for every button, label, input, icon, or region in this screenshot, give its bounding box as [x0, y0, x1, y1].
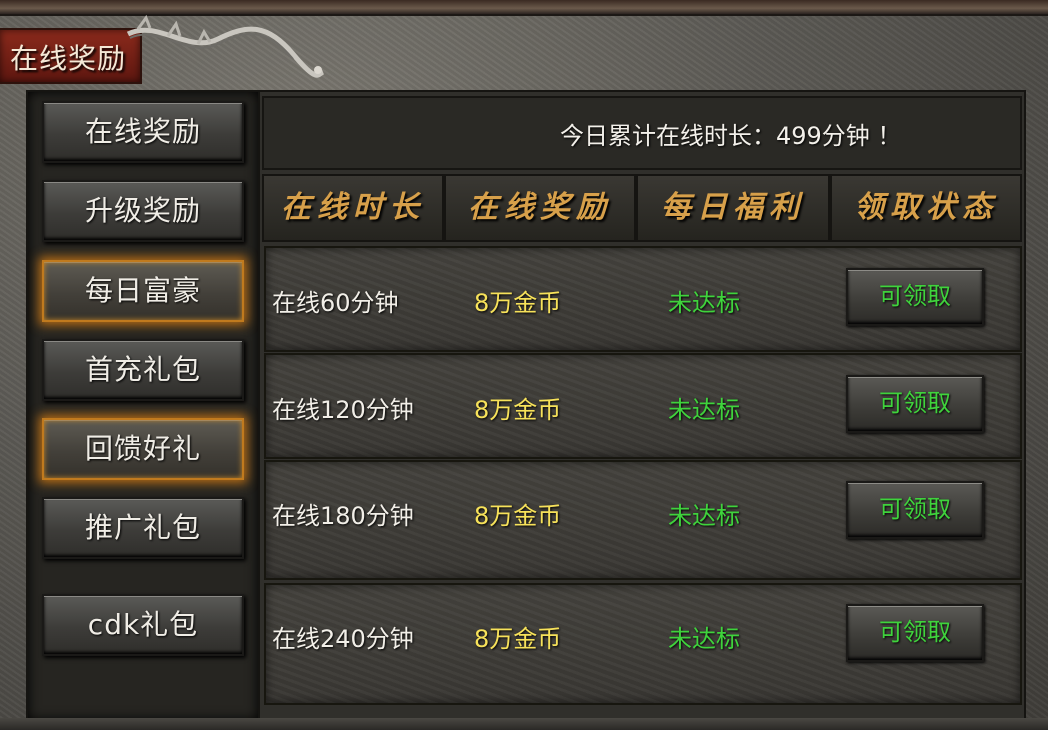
table-row: 在线60分钟 8万金币 未达标 可领取: [264, 246, 1022, 352]
online-duration-summary: 今日累计在线时长：499分钟 ！: [560, 122, 902, 150]
claim-button[interactable]: 可领取: [846, 481, 984, 539]
table-row: 在线240分钟 8万金币 未达标 可领取: [264, 583, 1022, 705]
table-row: 在线180分钟 8万金币 未达标 可领取: [264, 460, 1022, 580]
column-header-reward: 在线奖励: [444, 174, 636, 242]
bottom-border: [0, 718, 1048, 730]
sidebar-item-cdk-gift[interactable]: cdk礼包: [42, 594, 244, 656]
row-reward: 8万金币: [474, 396, 562, 424]
column-header-welfare: 每日福利: [636, 174, 830, 242]
column-header-time: 在线时长: [262, 174, 444, 242]
table-row: 在线120分钟 8万金币 未达标 可领取: [264, 353, 1022, 459]
claim-button[interactable]: 可领取: [846, 375, 984, 433]
dragon-ornament-icon: [126, 14, 325, 78]
row-status: 未达标: [668, 625, 740, 653]
row-reward: 8万金币: [474, 502, 562, 530]
sidebar-item-first-recharge[interactable]: 首充礼包: [42, 339, 244, 401]
row-status: 未达标: [668, 502, 740, 530]
sidebar-item-feedback-gift[interactable]: 回馈好礼: [42, 418, 244, 480]
row-status: 未达标: [668, 396, 740, 424]
column-header-status: 领取状态: [830, 174, 1022, 242]
sidebar-item-promotion-gift[interactable]: 推广礼包: [42, 497, 244, 559]
row-time: 在线180分钟: [272, 502, 414, 530]
row-reward: 8万金币: [474, 625, 562, 653]
row-reward: 8万金币: [474, 289, 562, 317]
sidebar-item-level-reward[interactable]: 升级奖励: [42, 180, 244, 242]
row-time: 在线240分钟: [272, 625, 414, 653]
sidebar-item-online-reward[interactable]: 在线奖励: [42, 101, 244, 163]
claim-button[interactable]: 可领取: [846, 268, 984, 326]
window-title: 在线奖励: [10, 42, 127, 75]
row-time: 在线60分钟: [272, 289, 399, 317]
claim-button[interactable]: 可领取: [846, 604, 984, 662]
row-time: 在线120分钟: [272, 396, 414, 424]
row-status: 未达标: [668, 289, 740, 317]
sidebar-item-daily-rich[interactable]: 每日富豪: [42, 260, 244, 322]
